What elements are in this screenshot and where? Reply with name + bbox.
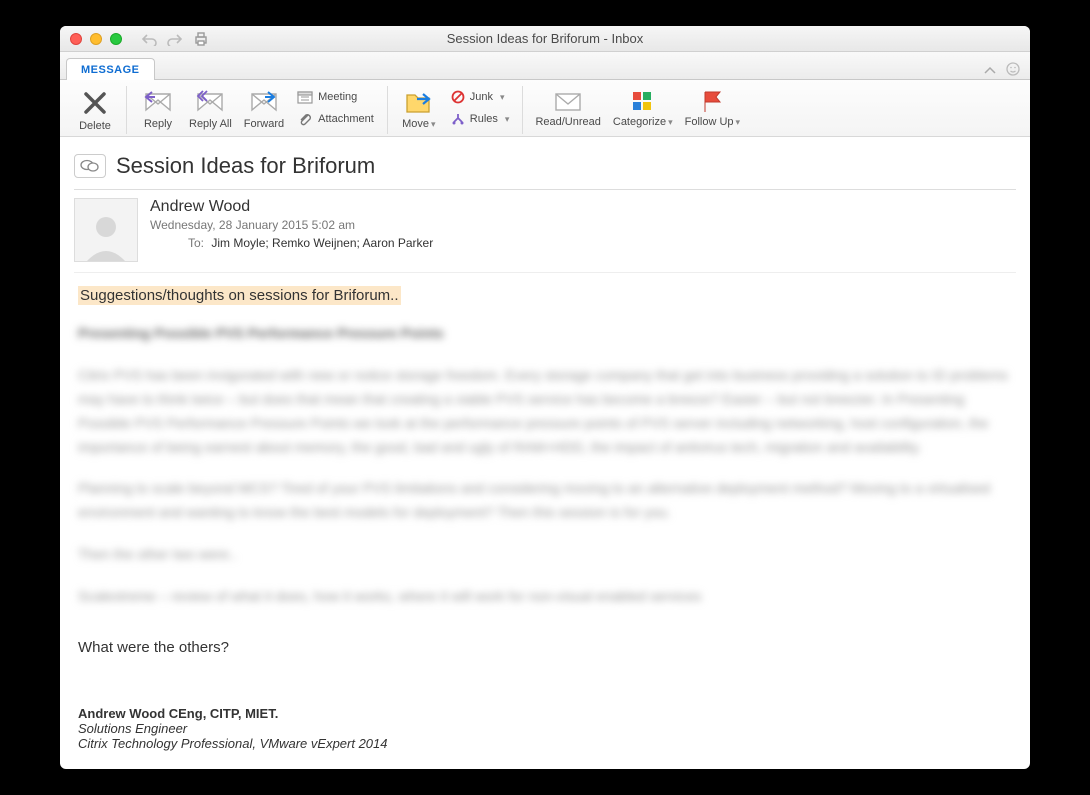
recipients-line: To: Jim Moyle; Remko Weijnen; Aaron Park… <box>150 236 433 250</box>
reply-label: Reply <box>144 118 172 130</box>
delete-label: Delete <box>79 120 111 132</box>
tab-bar: MESSAGE <box>60 52 1030 80</box>
print-icon[interactable] <box>192 30 210 48</box>
redo-icon[interactable] <box>166 30 184 48</box>
to-label: To: <box>188 236 204 250</box>
attachment-button[interactable]: Attachment <box>294 110 377 128</box>
follow-up-label: Follow Up▾ <box>685 116 740 128</box>
mail-window: Session Ideas for Briforum - Inbox MESSA… <box>60 26 1030 768</box>
move-label: Move▾ <box>402 118 435 130</box>
blurred-heading: Presenting Possible PVS Performance Pres… <box>78 322 1012 346</box>
window-title: Session Ideas for Briforum - Inbox <box>447 31 644 46</box>
sender-name: Andrew Wood <box>150 198 433 216</box>
close-button[interactable] <box>70 33 82 45</box>
message-body: Suggestions/thoughts on sessions for Bri… <box>74 287 1016 750</box>
read-unread-button[interactable]: Read/Unread <box>529 86 606 130</box>
reply-all-label: Reply All <box>189 118 232 130</box>
sender-avatar <box>74 198 138 262</box>
junk-label: Junk <box>470 91 493 103</box>
undo-icon[interactable] <box>140 30 158 48</box>
tab-message[interactable]: MESSAGE <box>66 58 155 80</box>
signature-credentials: Citrix Technology Professional, VMware v… <box>78 736 1012 751</box>
forward-button[interactable]: Forward <box>238 86 290 132</box>
rules-button[interactable]: Rules▾ <box>448 110 513 128</box>
blurred-paragraph: Then the other two were.. <box>78 543 1012 567</box>
smiley-icon[interactable] <box>1006 62 1020 79</box>
highlighted-text: Suggestions/thoughts on sessions for Bri… <box>78 286 401 305</box>
rules-label: Rules <box>470 113 498 125</box>
categorize-label: Categorize▾ <box>613 116 673 128</box>
blurred-paragraph: Citrix PVS has been invigorated with new… <box>78 364 1012 459</box>
message-content: Session Ideas for Briforum Andrew Wood W… <box>60 137 1030 768</box>
read-unread-label: Read/Unread <box>535 116 600 128</box>
delete-button[interactable]: Delete <box>70 86 120 134</box>
reply-all-button[interactable]: Reply All <box>183 86 238 132</box>
titlebar: Session Ideas for Briforum - Inbox <box>60 26 1030 52</box>
follow-up-button[interactable]: Follow Up▾ <box>679 86 746 130</box>
meeting-label: Meeting <box>318 91 357 103</box>
forward-label: Forward <box>244 118 284 130</box>
blurred-paragraph: Planning to scale beyond MCS? Tired of y… <box>78 477 1012 525</box>
meeting-button[interactable]: Meeting <box>294 88 377 106</box>
signature-name: Andrew Wood CEng, CITP, MIET. <box>78 706 1012 721</box>
question-text: What were the others? <box>78 639 1012 656</box>
move-button[interactable]: Move▾ <box>394 86 444 132</box>
reply-button[interactable]: Reply <box>133 86 183 132</box>
attachment-label: Attachment <box>318 113 374 125</box>
minimize-button[interactable] <box>90 33 102 45</box>
conversation-icon[interactable] <box>74 154 106 178</box>
window-controls <box>60 33 122 45</box>
blurred-paragraph: Scalextreme – review of what it does, ho… <box>78 585 1012 609</box>
signature-block: Andrew Wood CEng, CITP, MIET. Solutions … <box>78 706 1012 751</box>
signature-title: Solutions Engineer <box>78 721 1012 736</box>
message-date: Wednesday, 28 January 2015 5:02 am <box>150 218 433 232</box>
subject-text: Session Ideas for Briforum <box>116 153 375 179</box>
zoom-button[interactable] <box>110 33 122 45</box>
recipients-list: Jim Moyle; Remko Weijnen; Aaron Parker <box>211 236 433 250</box>
ribbon: Delete Reply Reply All Forward Meeting <box>60 80 1030 137</box>
collapse-ribbon-icon[interactable] <box>984 63 996 78</box>
categorize-button[interactable]: Categorize▾ <box>607 86 679 130</box>
junk-button[interactable]: Junk▾ <box>448 88 513 106</box>
